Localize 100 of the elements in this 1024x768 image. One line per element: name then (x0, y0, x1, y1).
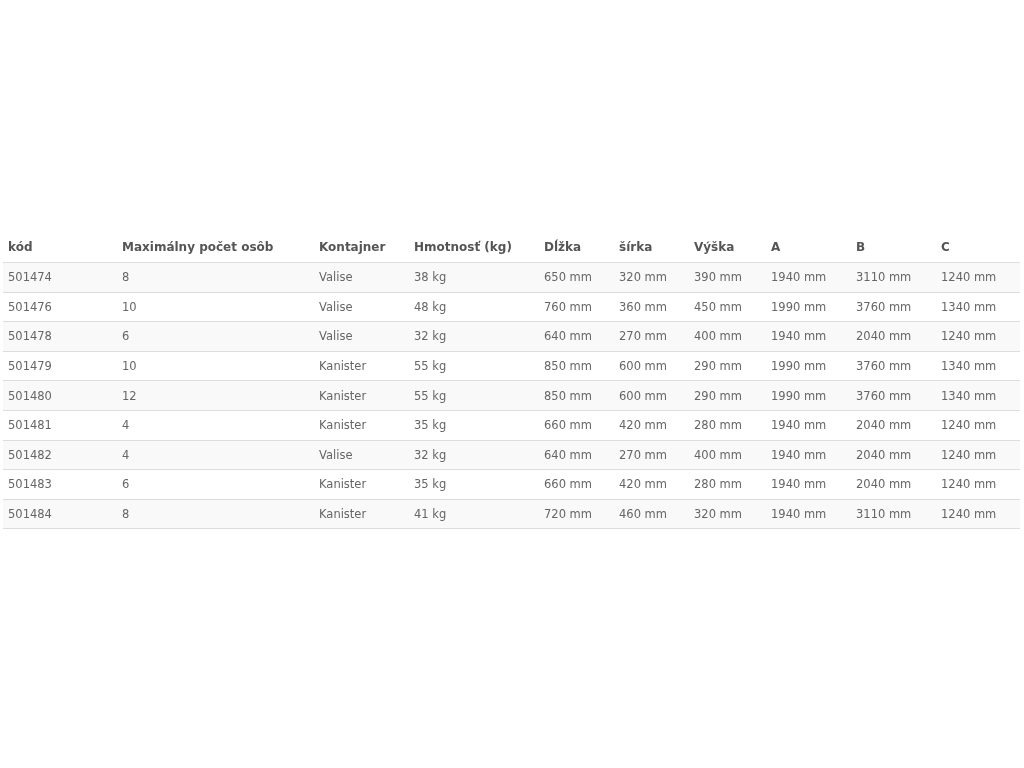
table-cell: 460 mm (614, 499, 689, 529)
table-cell: Kanister (314, 499, 409, 529)
table-cell: 760 mm (539, 292, 614, 322)
table-cell: 850 mm (539, 351, 614, 381)
table-cell: 501478 (3, 321, 117, 352)
table-cell: 660 mm (539, 410, 614, 441)
table-cell: 3110 mm (851, 262, 936, 293)
table-cell: 4 (117, 440, 314, 470)
table-cell: 55 kg (409, 351, 539, 381)
table-cell: 720 mm (539, 499, 614, 529)
table-cell: 3760 mm (851, 351, 936, 381)
column-header: C (936, 232, 1020, 263)
table-cell: Kanister (314, 410, 409, 441)
table-cell: 400 mm (689, 321, 766, 352)
column-header: B (851, 232, 936, 263)
table-cell: 6 (117, 321, 314, 352)
table-cell: 2040 mm (851, 321, 936, 352)
table-cell: 1340 mm (936, 380, 1020, 411)
table-cell: 501482 (3, 440, 117, 470)
table-cell: 600 mm (614, 351, 689, 381)
table-cell: 1940 mm (766, 321, 851, 352)
table-cell: 400 mm (689, 440, 766, 470)
table-cell: 270 mm (614, 321, 689, 352)
table-cell: 501484 (3, 499, 117, 529)
table-cell: 1990 mm (766, 292, 851, 322)
table-cell: 41 kg (409, 499, 539, 529)
column-header: Hmotnosť (kg) (409, 232, 539, 263)
column-header: A (766, 232, 851, 263)
column-header: šírka (614, 232, 689, 263)
table-cell: Valise (314, 262, 409, 293)
table-cell: 1240 mm (936, 321, 1020, 352)
table-cell: 360 mm (614, 292, 689, 322)
table-cell: 10 (117, 351, 314, 381)
table-cell: 32 kg (409, 321, 539, 352)
table-cell: 6 (117, 469, 314, 500)
table-cell: 1240 mm (936, 262, 1020, 293)
table-cell: 650 mm (539, 262, 614, 293)
table-cell: 501481 (3, 410, 117, 441)
table-cell: 450 mm (689, 292, 766, 322)
column-header: Výška (689, 232, 766, 263)
table-cell: 32 kg (409, 440, 539, 470)
table-cell: Kanister (314, 380, 409, 411)
table-cell: 1240 mm (936, 499, 1020, 529)
table-cell: 12 (117, 380, 314, 411)
table-cell: 1240 mm (936, 469, 1020, 500)
table-cell: 501483 (3, 469, 117, 500)
table-cell: 2040 mm (851, 469, 936, 500)
table-cell: Valise (314, 321, 409, 352)
table-cell: 2040 mm (851, 410, 936, 441)
table-cell: 390 mm (689, 262, 766, 293)
table-cell: 1940 mm (766, 499, 851, 529)
table-cell: Valise (314, 292, 409, 322)
table-cell: 320 mm (689, 499, 766, 529)
table-cell: 1990 mm (766, 351, 851, 381)
table-cell: Valise (314, 440, 409, 470)
table-cell: 501480 (3, 380, 117, 411)
column-header: Kontajner (314, 232, 409, 263)
table-cell: 2040 mm (851, 440, 936, 470)
column-header: kód (3, 232, 117, 263)
table-cell: 850 mm (539, 380, 614, 411)
table-cell: 1340 mm (936, 292, 1020, 322)
table-cell: 10 (117, 292, 314, 322)
table-cell: 1340 mm (936, 351, 1020, 381)
table-cell: 1240 mm (936, 410, 1020, 441)
table-cell: 35 kg (409, 469, 539, 500)
table-cell: 501474 (3, 262, 117, 293)
table-cell: Kanister (314, 469, 409, 500)
table-cell: 1940 mm (766, 410, 851, 441)
table-cell: 1940 mm (766, 469, 851, 500)
table-cell: 280 mm (689, 410, 766, 441)
table-cell: 270 mm (614, 440, 689, 470)
table-cell: 3760 mm (851, 380, 936, 411)
table-cell: 55 kg (409, 380, 539, 411)
table-cell: 501479 (3, 351, 117, 381)
table-cell: 660 mm (539, 469, 614, 500)
table-cell: 48 kg (409, 292, 539, 322)
table-cell: 420 mm (614, 469, 689, 500)
table-cell: 8 (117, 499, 314, 529)
table-cell: 4 (117, 410, 314, 441)
column-header: Maximálny počet osôb (117, 232, 314, 263)
table-cell: 3110 mm (851, 499, 936, 529)
column-header: Dĺžka (539, 232, 614, 263)
table-cell: 600 mm (614, 380, 689, 411)
table-cell: Kanister (314, 351, 409, 381)
table-cell: 320 mm (614, 262, 689, 293)
table-cell: 1240 mm (936, 440, 1020, 470)
table-cell: 38 kg (409, 262, 539, 293)
table-cell: 640 mm (539, 321, 614, 352)
table-cell: 35 kg (409, 410, 539, 441)
table-cell: 640 mm (539, 440, 614, 470)
table-cell: 1940 mm (766, 440, 851, 470)
table-cell: 280 mm (689, 469, 766, 500)
table-cell: 290 mm (689, 351, 766, 381)
table-cell: 501476 (3, 292, 117, 322)
table-cell: 8 (117, 262, 314, 293)
table-cell: 1940 mm (766, 262, 851, 293)
table-cell: 290 mm (689, 380, 766, 411)
table-cell: 420 mm (614, 410, 689, 441)
table-cell: 1990 mm (766, 380, 851, 411)
table-cell: 3760 mm (851, 292, 936, 322)
